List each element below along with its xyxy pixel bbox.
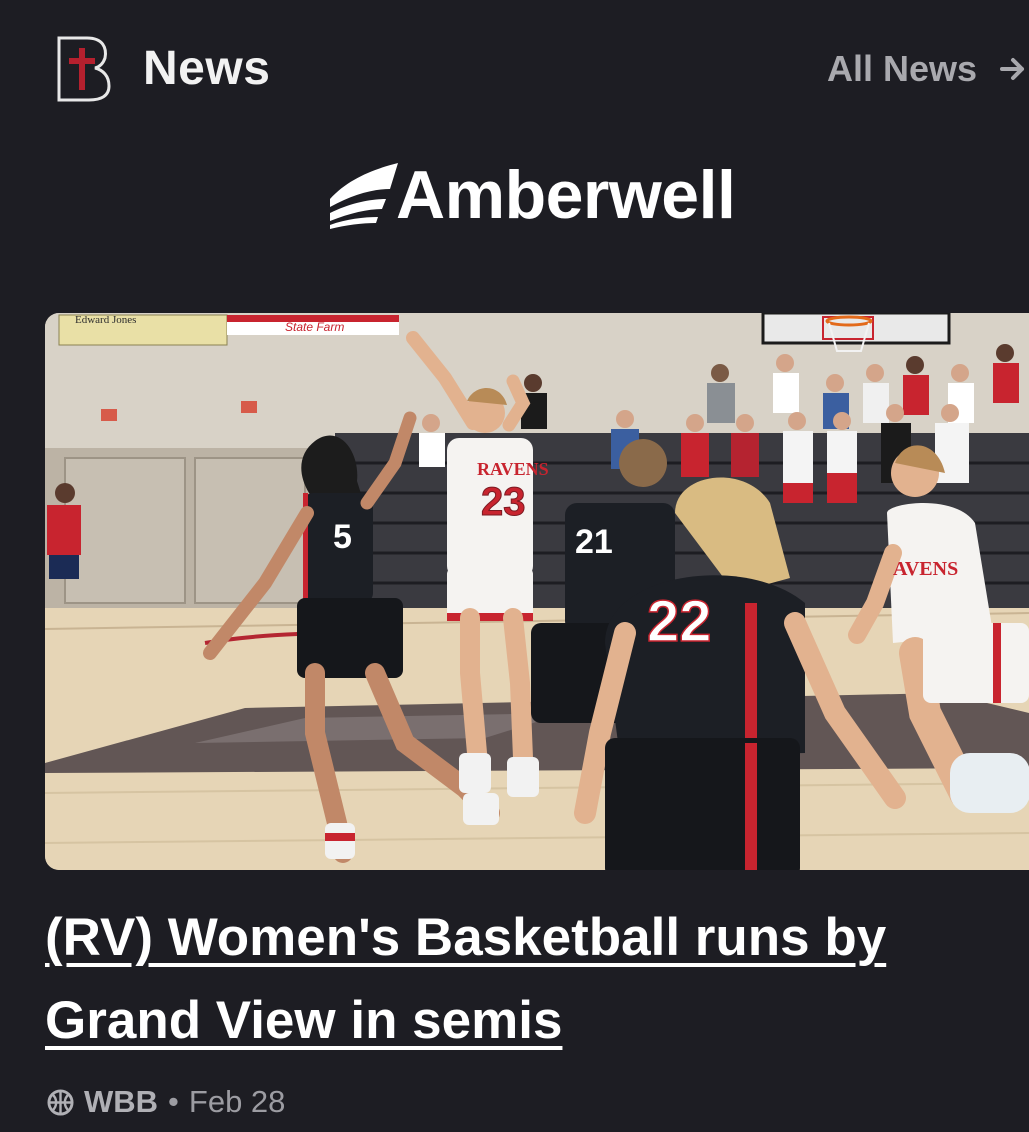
jersey-text-ravens: RAVENS xyxy=(477,459,549,479)
jersey-number-23: 23 xyxy=(481,480,526,524)
article-date: Feb 28 xyxy=(188,1084,286,1119)
sponsor-name: Amberwell xyxy=(396,157,736,233)
amberwell-logo-icon xyxy=(330,163,398,229)
school-crest-icon xyxy=(57,36,111,102)
jersey-text-avens: AVENS xyxy=(893,558,958,580)
arrow-right-icon xyxy=(1000,58,1024,80)
all-news-link[interactable]: All News xyxy=(827,46,1029,92)
banner-state-farm: State Farm xyxy=(285,320,344,334)
jersey-number-21: 21 xyxy=(575,523,613,561)
jersey-number-22: 22 xyxy=(647,589,712,654)
jersey-number-5: 5 xyxy=(333,518,352,556)
article-photo[interactable]: Edward Jones State Farm 5 RAVENS 23 21 2… xyxy=(45,313,1029,870)
sponsor-logo: Amberwell xyxy=(328,155,736,235)
all-news-label: All News xyxy=(826,48,977,89)
article-headline[interactable]: (RV) Women's Basketball runs by Grand Vi… xyxy=(45,896,1005,1062)
page-title: News xyxy=(143,42,271,95)
banner-edward-jones: Edward Jones xyxy=(75,314,136,326)
basketball-game-photo: Edward Jones State Farm 5 RAVENS 23 21 2… xyxy=(45,313,1029,870)
sport-tag[interactable]: WBB xyxy=(84,1082,158,1122)
article-meta: WBB • Feb 28 xyxy=(47,1082,285,1122)
basketball-icon xyxy=(47,1088,74,1116)
meta-separator: • xyxy=(168,1084,179,1119)
news-card: News All News Amberwell Edward Jones Sta… xyxy=(0,0,1029,1132)
